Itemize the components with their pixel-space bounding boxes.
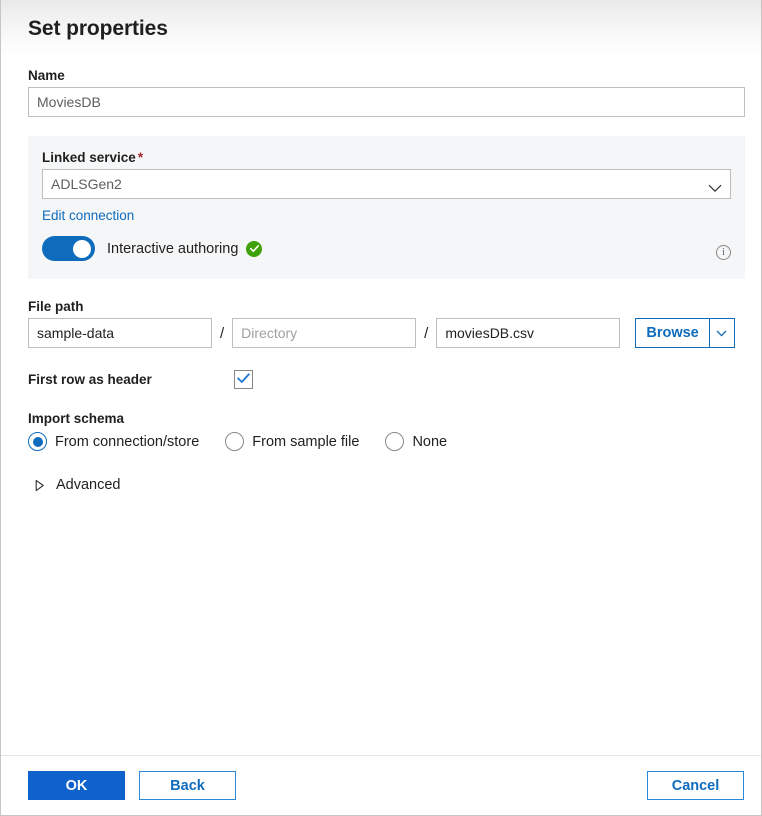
linked-service-label-text: Linked service xyxy=(42,150,136,165)
dialog-footer: OK Back Cancel xyxy=(1,755,761,815)
cancel-button[interactable]: Cancel xyxy=(647,771,744,800)
first-row-as-header-label: First row as header xyxy=(28,372,234,387)
radio-button-unselected[interactable] xyxy=(385,432,404,451)
radio-option-from-sample-file[interactable]: From sample file xyxy=(225,432,359,451)
linked-service-panel: Linked service* ADLSGen2 Edit connection… xyxy=(28,136,745,279)
browse-button[interactable]: Browse xyxy=(636,319,708,347)
name-input[interactable]: MoviesDB xyxy=(28,87,745,117)
path-separator-2: / xyxy=(424,325,428,342)
import-schema-group: Import schema From connection/store From… xyxy=(28,411,744,451)
linked-service-select-row: ADLSGen2 xyxy=(42,169,731,199)
back-button[interactable]: Back xyxy=(139,771,236,800)
radio-label-from-sample-file: From sample file xyxy=(252,434,359,450)
set-properties-dialog: Set properties Name MoviesDB Linked serv… xyxy=(0,0,762,816)
toggle-knob xyxy=(73,240,91,258)
green-check-circle-icon xyxy=(246,241,262,257)
interactive-authoring-label: Interactive authoring xyxy=(107,241,238,257)
file-path-container-input[interactable]: sample-data xyxy=(28,318,212,348)
advanced-label: Advanced xyxy=(56,477,121,493)
browse-dropdown-button[interactable] xyxy=(709,319,734,347)
advanced-expander[interactable]: Advanced xyxy=(28,477,744,493)
file-path-row: sample-data / Directory / moviesDB.csv B… xyxy=(28,318,744,348)
page-title: Set properties xyxy=(28,17,168,41)
first-row-as-header-checkbox[interactable] xyxy=(234,370,253,389)
file-path-label: File path xyxy=(28,299,744,314)
import-schema-label: Import schema xyxy=(28,411,744,426)
radio-label-none: None xyxy=(412,434,447,450)
dialog-body: Name MoviesDB Linked service* ADLSGen2 E… xyxy=(1,58,761,755)
required-marker: * xyxy=(138,150,143,165)
name-label: Name xyxy=(28,68,744,83)
import-schema-radio-row: From connection/store From sample file N… xyxy=(28,432,744,451)
edit-connection-link[interactable]: Edit connection xyxy=(42,208,134,223)
checkmark-icon xyxy=(237,371,250,389)
dialog-header: Set properties xyxy=(1,0,761,58)
radio-button-unselected[interactable] xyxy=(225,432,244,451)
browse-split-button[interactable]: Browse xyxy=(635,318,734,348)
chevron-down-icon xyxy=(708,180,722,189)
interactive-authoring-row: Interactive authoring xyxy=(42,236,731,261)
radio-button-selected[interactable] xyxy=(28,432,47,451)
interactive-authoring-toggle[interactable] xyxy=(42,236,95,261)
info-circle-icon[interactable]: i xyxy=(716,245,731,260)
linked-service-label: Linked service* xyxy=(42,150,731,165)
radio-label-from-connection-store: From connection/store xyxy=(55,434,199,450)
file-path-directory-input[interactable]: Directory xyxy=(232,318,416,348)
ok-button[interactable]: OK xyxy=(28,771,125,800)
radio-option-none[interactable]: None xyxy=(385,432,447,451)
file-path-file-input[interactable]: moviesDB.csv xyxy=(436,318,620,348)
radio-option-from-connection-store[interactable]: From connection/store xyxy=(28,432,199,451)
name-field-group: Name MoviesDB xyxy=(28,58,744,117)
file-path-group: File path sample-data / Directory / movi… xyxy=(28,299,744,348)
first-row-as-header-row: First row as header xyxy=(28,370,744,389)
triangle-right-icon xyxy=(34,479,46,492)
chevron-down-icon xyxy=(716,324,727,342)
path-separator-1: / xyxy=(220,325,224,342)
linked-service-value: ADLSGen2 xyxy=(51,176,122,192)
linked-service-select[interactable]: ADLSGen2 xyxy=(42,169,731,199)
